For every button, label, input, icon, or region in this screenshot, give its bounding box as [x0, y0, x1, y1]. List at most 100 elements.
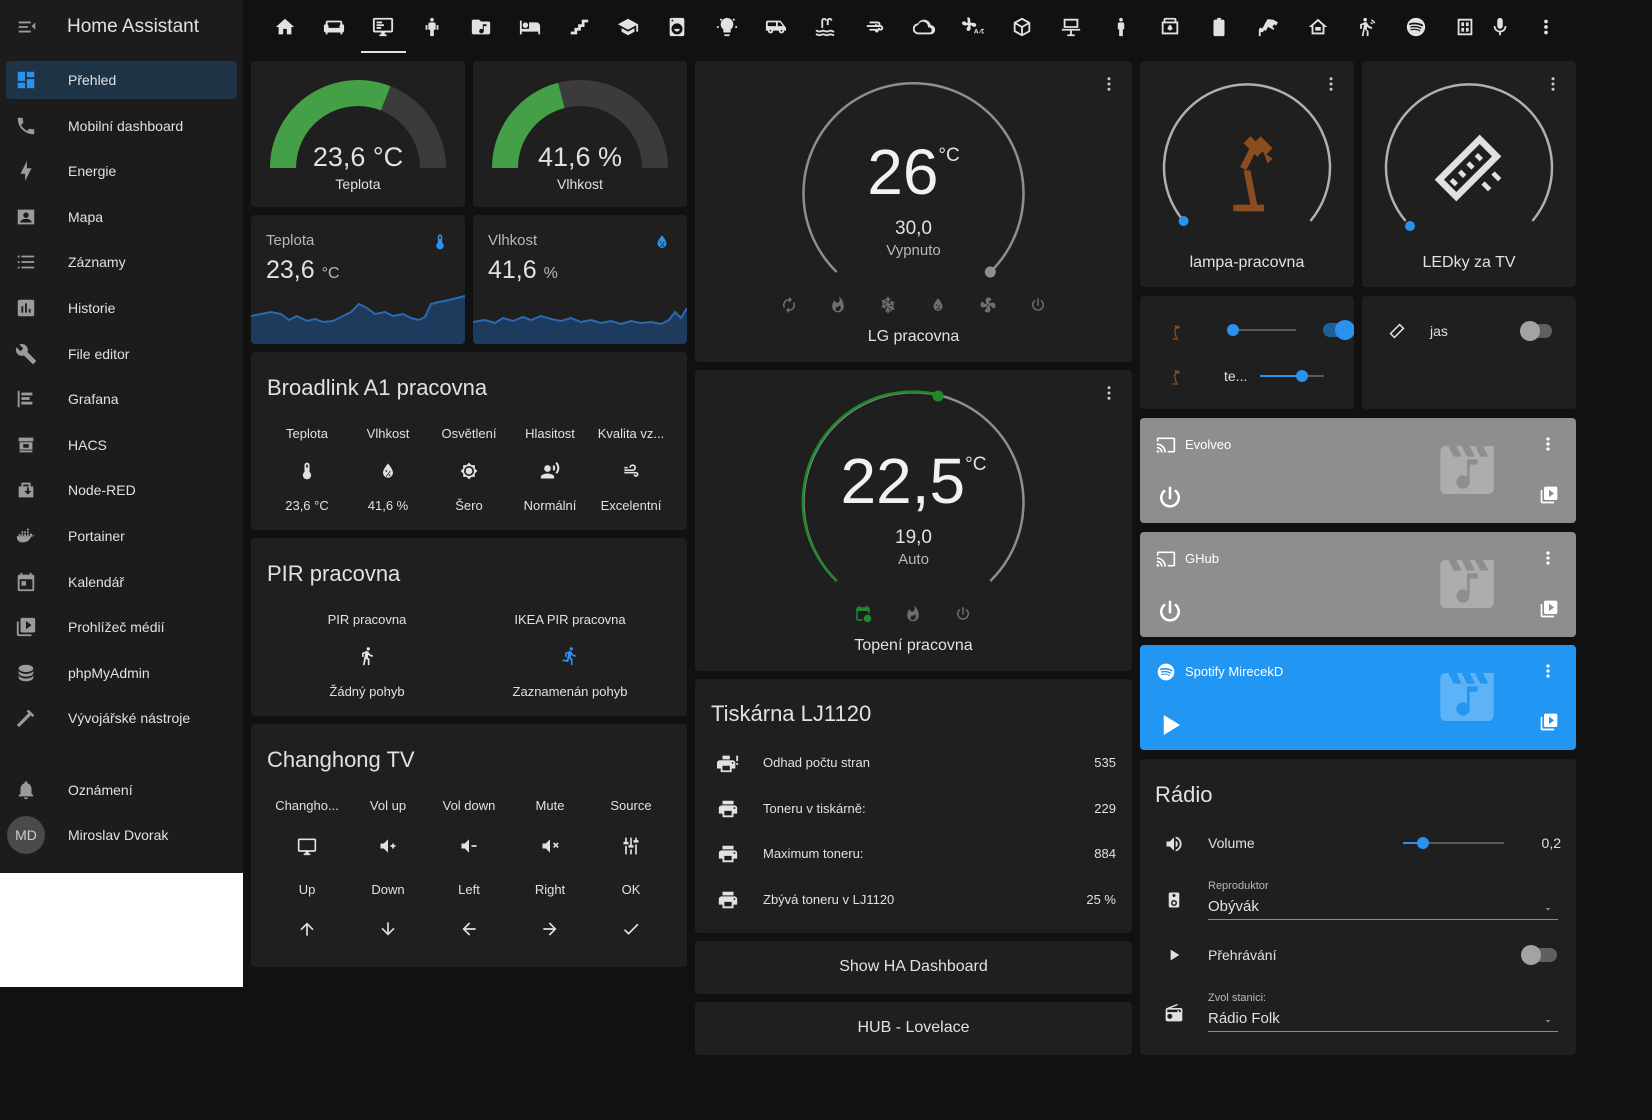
- desk-icon[interactable]: [1058, 14, 1084, 40]
- sidebar-item-user[interactable]: MD Miroslav Dvorak: [6, 816, 237, 854]
- desk-lamp-icon[interactable]: [1205, 117, 1289, 217]
- tune-button[interactable]: [619, 834, 643, 858]
- caravan-icon[interactable]: [763, 14, 789, 40]
- run-icon[interactable]: [558, 644, 582, 668]
- spotify-icon[interactable]: [1403, 14, 1429, 40]
- sidebar-item-0[interactable]: Přehled: [6, 61, 237, 99]
- playing-toggle[interactable]: [1521, 945, 1557, 965]
- gauge-card-humidity[interactable]: 41,6 % Vlhkost: [473, 61, 687, 207]
- motion-sensor-icon[interactable]: [1354, 14, 1380, 40]
- arrow-right-button[interactable]: [538, 917, 562, 941]
- sidebar-item-notifications[interactable]: Oznámení: [6, 771, 237, 809]
- more-vert-icon[interactable]: [1538, 546, 1558, 570]
- library-play-icon[interactable]: [1538, 711, 1560, 733]
- target-temperature[interactable]: 22,5: [841, 445, 966, 517]
- sidebar-item-3[interactable]: Mapa: [6, 198, 237, 236]
- more-vert-icon[interactable]: [1538, 432, 1558, 456]
- play-button[interactable]: [1154, 709, 1186, 741]
- power-icon[interactable]: [953, 604, 973, 624]
- hub-lovelace-button[interactable]: HUB - Lovelace: [695, 1002, 1132, 1055]
- led-strip-icon[interactable]: [1422, 123, 1514, 213]
- water-percent-icon[interactable]: [928, 295, 948, 315]
- light-toggle[interactable]: [1323, 320, 1354, 340]
- voice-icon[interactable]: [539, 460, 561, 482]
- sidebar-item-14[interactable]: Vývojářské nástroje: [6, 699, 237, 737]
- calendar-sync-icon[interactable]: [853, 604, 873, 624]
- cube-outline-icon[interactable]: [1009, 14, 1035, 40]
- key-cabinet-icon[interactable]: [1452, 14, 1478, 40]
- fan-icon[interactable]: [978, 295, 998, 315]
- home-icon[interactable]: [272, 14, 298, 40]
- power-button[interactable]: [1154, 482, 1186, 514]
- light-card-lamp[interactable]: lampa-pracovna: [1140, 61, 1354, 287]
- pool-icon[interactable]: [812, 14, 838, 40]
- fire-icon[interactable]: [903, 604, 923, 624]
- target-temperature[interactable]: 26: [867, 136, 938, 208]
- gauge-card-temperature[interactable]: 23,6 °C Teplota: [251, 61, 465, 207]
- sidebar-item-11[interactable]: Kalendář: [6, 563, 237, 601]
- sensor-card-temperature[interactable]: Teplota 23,6 °C: [251, 215, 465, 344]
- light-card-led[interactable]: LEDky za TV: [1362, 61, 1576, 287]
- battery-icon[interactable]: [1206, 14, 1232, 40]
- volume-off-button[interactable]: [538, 834, 562, 858]
- station-select[interactable]: Rádio Folk: [1208, 1010, 1280, 1027]
- water-percent-icon[interactable]: [377, 460, 399, 482]
- sidebar-item-4[interactable]: Záznamy: [6, 243, 237, 281]
- brightness-icon[interactable]: [458, 460, 480, 482]
- brightness-slider[interactable]: [1227, 324, 1296, 336]
- sidebar-item-1[interactable]: Mobilní dashboard: [6, 107, 237, 145]
- sofa-icon[interactable]: [321, 14, 347, 40]
- sidebar-item-7[interactable]: Grafana: [6, 380, 237, 418]
- sidebar-item-6[interactable]: File editor: [6, 335, 237, 373]
- volume-slider[interactable]: [1403, 837, 1504, 849]
- sidebar-item-2[interactable]: Energie: [6, 152, 237, 190]
- sidebar-item-8[interactable]: HACS: [6, 426, 237, 464]
- weather-windy-icon[interactable]: [862, 14, 888, 40]
- arrow-left-button[interactable]: [457, 917, 481, 941]
- folder-music-icon[interactable]: [468, 14, 494, 40]
- desk-monitor-icon[interactable]: [370, 14, 396, 40]
- air-conditioner-icon[interactable]: [960, 14, 986, 40]
- air-icon[interactable]: [620, 460, 642, 482]
- power-icon[interactable]: [1028, 295, 1048, 315]
- walk-icon[interactable]: [355, 644, 379, 668]
- menu-icon[interactable]: [0, 16, 54, 38]
- chevron-down-icon[interactable]: [1540, 901, 1556, 917]
- speaker-select[interactable]: Obývák: [1208, 898, 1259, 915]
- volume-minus-button[interactable]: [457, 834, 481, 858]
- power-button[interactable]: [1154, 596, 1186, 628]
- bed-icon[interactable]: [517, 14, 543, 40]
- sidebar-item-13[interactable]: phpMyAdmin: [6, 654, 237, 692]
- media-player-card[interactable]: Spotify MirecekD: [1140, 645, 1576, 750]
- more-vert-icon[interactable]: [1533, 14, 1559, 40]
- human-icon[interactable]: [1108, 14, 1134, 40]
- printer-3d-icon[interactable]: [1157, 14, 1183, 40]
- media-player-card[interactable]: Evolveo: [1140, 418, 1576, 523]
- school-icon[interactable]: [615, 14, 641, 40]
- check-button[interactable]: [619, 917, 643, 941]
- light-toggle[interactable]: [1520, 321, 1552, 341]
- chevron-down-icon[interactable]: [1540, 1013, 1556, 1029]
- sensor-card-humidity[interactable]: Vlhkost 41,6 %: [473, 215, 687, 344]
- library-play-icon[interactable]: [1538, 598, 1560, 620]
- lightbulb-icon[interactable]: [714, 14, 740, 40]
- home-floor-icon[interactable]: [1305, 14, 1331, 40]
- arrow-up-button[interactable]: [295, 917, 319, 941]
- sidebar-item-5[interactable]: Historie: [6, 289, 237, 327]
- monitor-button[interactable]: [295, 834, 319, 858]
- more-vert-icon[interactable]: [1538, 659, 1558, 683]
- autorenew-icon[interactable]: [779, 295, 799, 315]
- media-player-card[interactable]: GHub: [1140, 532, 1576, 637]
- human-child-icon[interactable]: [419, 14, 445, 40]
- volume-plus-button[interactable]: [376, 834, 400, 858]
- cctv-icon[interactable]: [1255, 14, 1281, 40]
- washing-icon[interactable]: [664, 14, 690, 40]
- arrow-down-button[interactable]: [376, 917, 400, 941]
- fire-icon[interactable]: [828, 295, 848, 315]
- snowflake-icon[interactable]: [878, 295, 898, 315]
- sidebar-item-9[interactable]: Node-RED: [6, 471, 237, 509]
- stairs-icon[interactable]: [566, 14, 592, 40]
- brightness-slider[interactable]: [1260, 370, 1324, 382]
- library-play-icon[interactable]: [1538, 484, 1560, 506]
- show-ha-dashboard-button[interactable]: Show HA Dashboard: [695, 941, 1132, 994]
